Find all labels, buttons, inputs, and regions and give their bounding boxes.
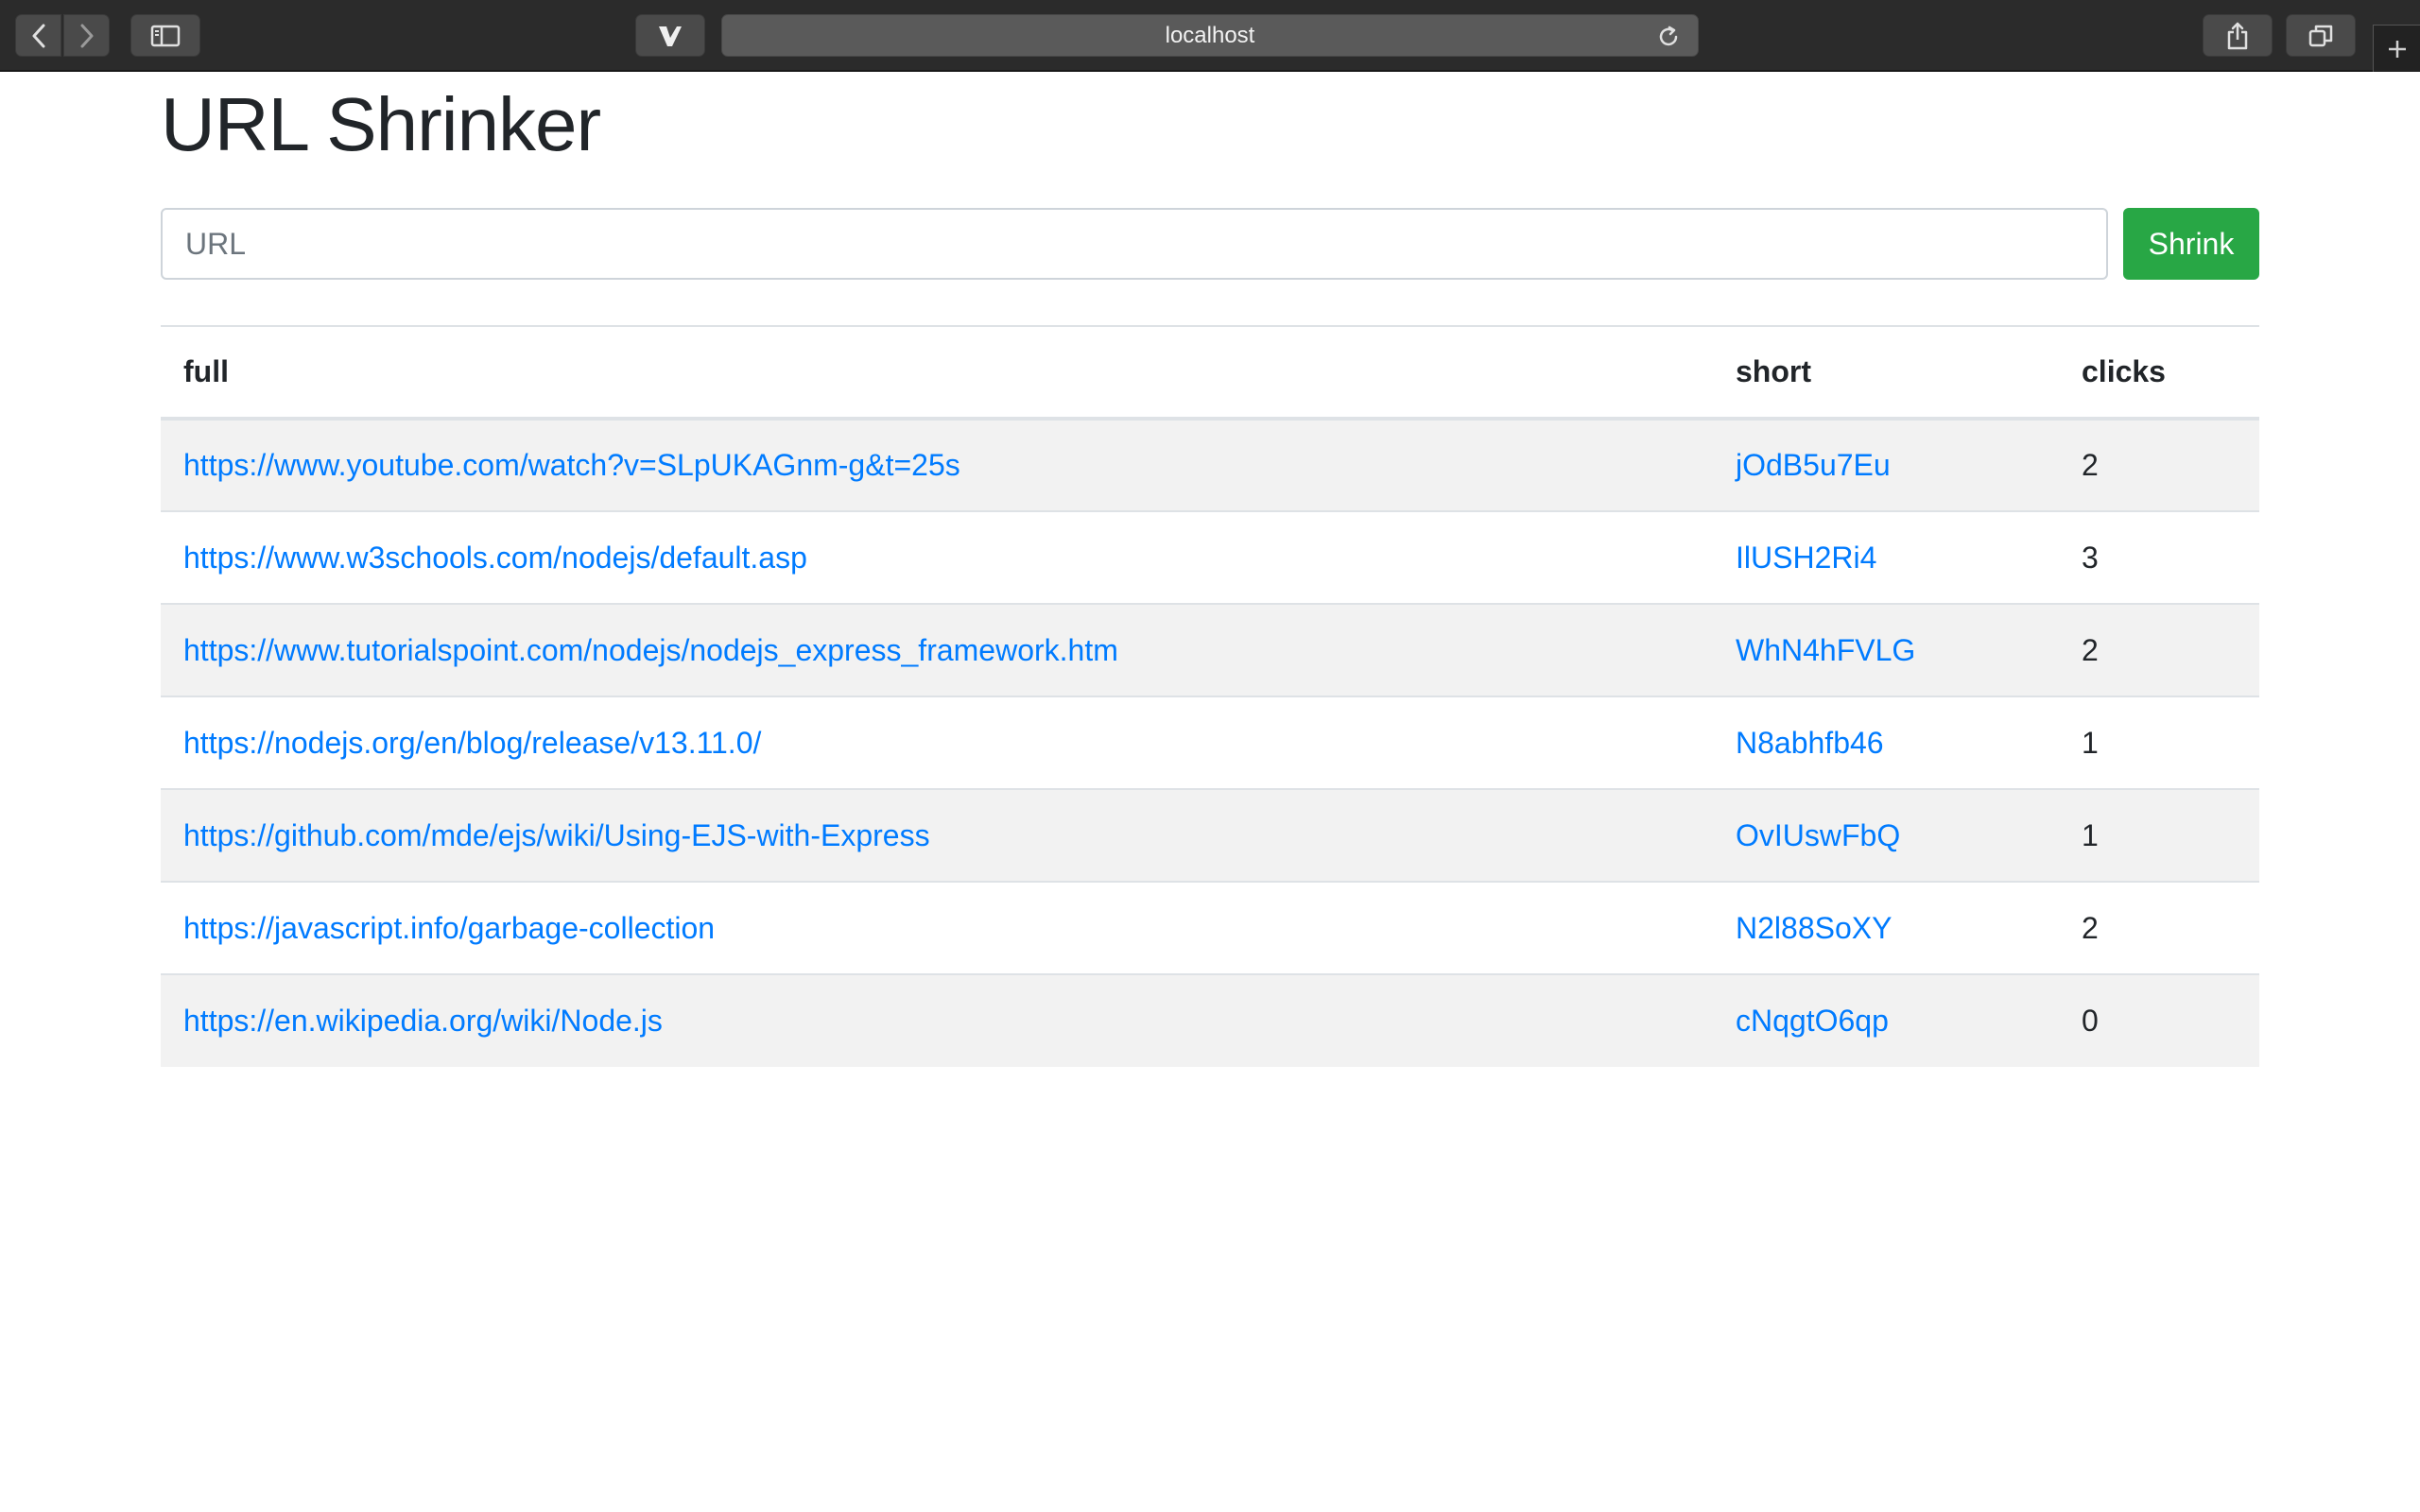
full-url-cell: https://en.wikipedia.org/wiki/Node.js — [161, 973, 1713, 1067]
chevron-right-icon — [80, 24, 93, 47]
sidebar-icon — [150, 25, 181, 46]
page-title: URL Shrinker — [161, 82, 601, 166]
back-button[interactable] — [15, 14, 61, 57]
short-url-cell: OvIUswFbQ — [1713, 788, 2059, 882]
browser-toolbar: localhost — [0, 0, 2420, 72]
full-url-cell: https://www.tutorialspoint.com/nodejs/no… — [161, 603, 1713, 696]
full-url-cell: https://www.w3schools.com/nodejs/default… — [161, 510, 1713, 604]
full-url-cell: https://javascript.info/garbage-collecti… — [161, 881, 1713, 974]
table-row: https://www.youtube.com/watch?v=SLpUKAGn… — [161, 419, 2259, 511]
clicks-cell: 0 — [2059, 973, 2259, 1067]
full-url-cell: https://nodejs.org/en/blog/release/v13.1… — [161, 696, 1713, 789]
full-url-link[interactable]: https://javascript.info/garbage-collecti… — [183, 911, 715, 945]
short-url-link[interactable]: IlUSH2Ri4 — [1736, 541, 1876, 575]
clicks-cell: 2 — [2082, 448, 2099, 482]
short-url-link[interactable]: jOdB5u7Eu — [1736, 448, 1891, 482]
clicks-cell: 3 — [2059, 510, 2259, 604]
short-url-cell: jOdB5u7Eu — [1713, 419, 2059, 511]
table-row: https://github.com/mde/ejs/wiki/Using-EJ… — [161, 788, 2259, 882]
plus-icon — [2388, 40, 2406, 58]
clicks-cell: 1 — [2059, 696, 2259, 789]
short-url-link[interactable]: OvIUswFbQ — [1736, 818, 1900, 852]
tabs-overview-icon — [2308, 25, 2333, 46]
address-text: localhost — [1165, 22, 1255, 48]
full-url-link[interactable]: https://en.wikipedia.org/wiki/Node.js — [183, 1004, 663, 1038]
full-url-link[interactable]: https://github.com/mde/ejs/wiki/Using-EJ… — [183, 818, 930, 852]
short-url-link[interactable]: N2l88SoXY — [1736, 911, 1892, 945]
table-row: https://nodejs.org/en/blog/release/v13.1… — [161, 696, 2259, 789]
full-url-link[interactable]: https://www.w3schools.com/nodejs/default… — [183, 541, 807, 575]
forward-button[interactable] — [63, 14, 110, 57]
chevron-left-icon — [32, 24, 44, 47]
url-input[interactable] — [161, 208, 2108, 280]
full-url-link[interactable]: https://nodejs.org/en/blog/release/v13.1… — [183, 726, 761, 760]
clicks-cell: 1 — [2059, 788, 2259, 882]
full-url-link[interactable]: https://www.tutorialspoint.com/nodejs/no… — [183, 633, 1118, 667]
shrink-form: Shrink — [161, 208, 2259, 280]
short-url-cell: cNqgtO6qp — [1713, 973, 2059, 1067]
urls-table: full short clicks https://www.youtube.co… — [161, 325, 2259, 1067]
vivaldi-logo-icon — [659, 26, 682, 46]
reload-icon[interactable] — [1656, 25, 1681, 49]
short-url-cell: N8abhfb46 — [1713, 696, 2059, 789]
column-header-clicks: clicks — [2059, 325, 2259, 421]
shrink-button[interactable]: Shrink — [2123, 208, 2259, 280]
full-url-link[interactable]: https://www.youtube.com/watch?v=SLpUKAGn… — [183, 448, 960, 482]
share-button[interactable] — [2203, 14, 2273, 57]
column-header-short: short — [1713, 325, 2059, 421]
table-row: https://javascript.info/garbage-collecti… — [161, 881, 2259, 974]
address-bar[interactable]: localhost — [721, 14, 1699, 57]
table-row: https://www.w3schools.com/nodejs/default… — [161, 510, 2259, 604]
short-url-link[interactable]: WhN4hFVLG — [1736, 633, 1915, 667]
short-url-link[interactable]: cNqgtO6qp — [1736, 1004, 1889, 1038]
table-row: https://en.wikipedia.org/wiki/Node.js cN… — [161, 973, 2259, 1067]
short-url-cell: IlUSH2Ri4 — [1713, 510, 2059, 604]
full-url-cell: https://www.youtube.com/watch?v=SLpUKAGn… — [161, 419, 1713, 511]
clicks-cell: 2 — [2059, 881, 2259, 974]
short-url-link[interactable]: N8abhfb46 — [1736, 726, 1884, 760]
short-url-cell: WhN4hFVLG — [1713, 603, 2059, 696]
vivaldi-menu-button[interactable] — [635, 14, 705, 57]
clicks-cell: 2 — [2059, 603, 2259, 696]
table-header-row: full short clicks — [161, 325, 2259, 421]
new-tab-button[interactable] — [2373, 25, 2420, 72]
short-url-cell: N2l88SoXY — [1713, 881, 2059, 974]
tabs-overview-button[interactable] — [2286, 14, 2356, 57]
sidebar-toggle-button[interactable] — [130, 14, 200, 57]
full-url-cell: https://github.com/mde/ejs/wiki/Using-EJ… — [161, 788, 1713, 882]
column-header-full: full — [161, 325, 1713, 421]
share-icon — [2227, 22, 2248, 49]
table-row: https://www.tutorialspoint.com/nodejs/no… — [161, 603, 2259, 696]
